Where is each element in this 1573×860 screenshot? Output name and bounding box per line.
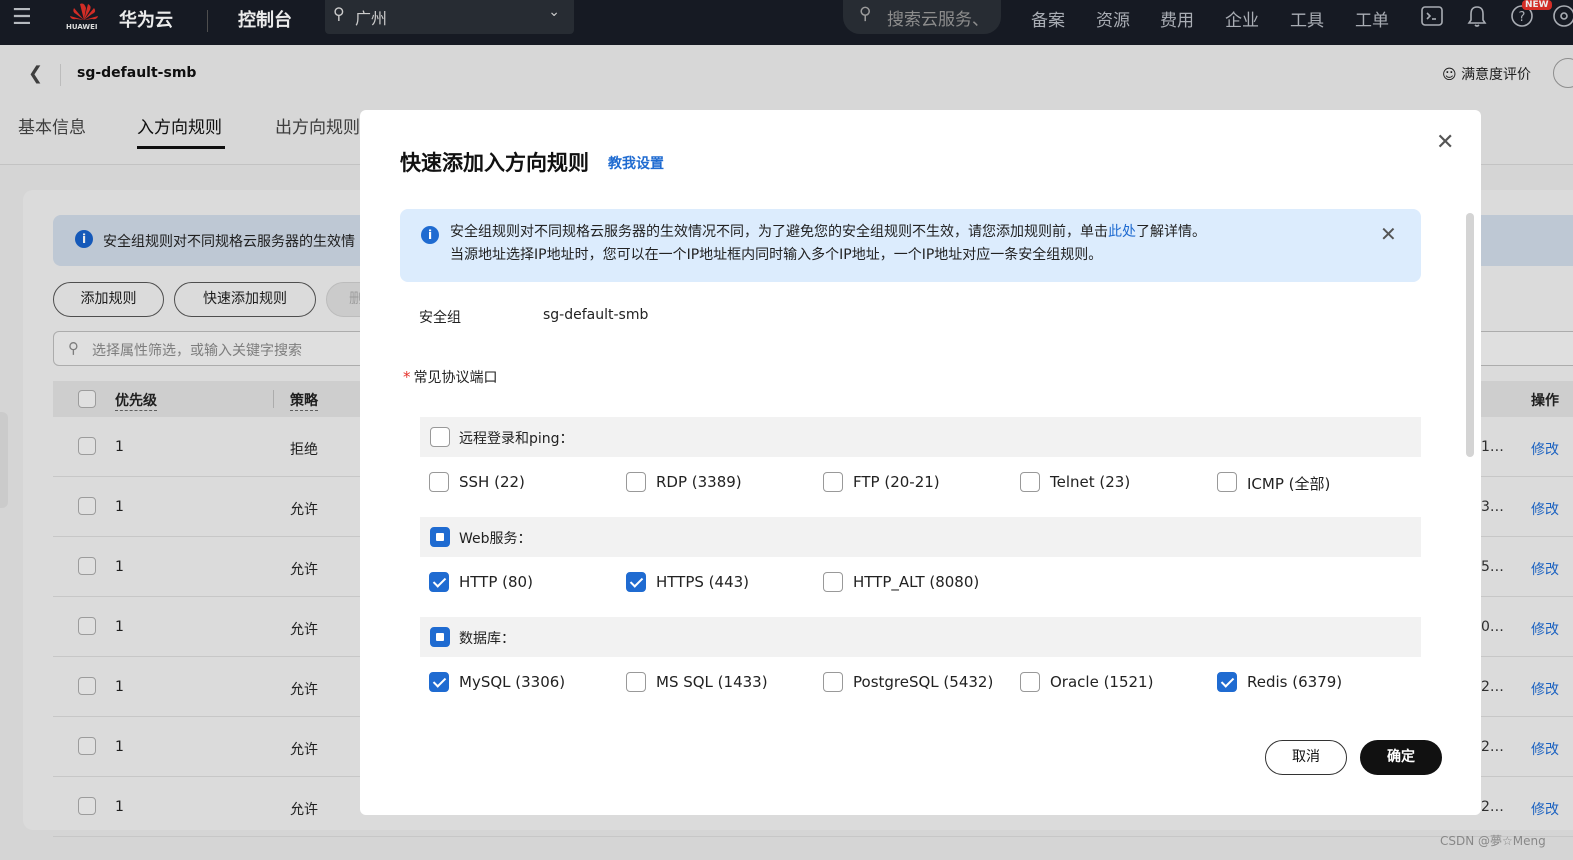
- watermark: CSDN @夢☆Meng: [1440, 834, 1546, 848]
- port-checkbox[interactable]: [429, 572, 449, 592]
- security-group-label: 安全组: [419, 310, 461, 326]
- details-link[interactable]: 此处: [1108, 224, 1136, 240]
- port-group-header: 远程登录和ping：: [420, 417, 1421, 457]
- quick-add-inbound-rule-dialog: 快速添加入方向规则 教我设置 ✕ i 安全组规则对不同规格云服务器的生效情况不同…: [360, 110, 1481, 815]
- port-checkbox[interactable]: [1020, 672, 1040, 692]
- common-ports-text: 常见协议端口: [413, 370, 498, 386]
- group-checkbox[interactable]: [430, 427, 450, 447]
- port-option-label[interactable]: MySQL (3306): [459, 673, 565, 691]
- info-line-2: 当源地址选择IP地址时，您可以在一个IP地址框内同时输入多个IP地址，一个IP地…: [450, 247, 1103, 263]
- port-checkbox[interactable]: [823, 572, 843, 592]
- confirm-button[interactable]: 确定: [1360, 740, 1442, 775]
- info-text-suffix: 了解详情。: [1136, 224, 1206, 240]
- port-option-label[interactable]: HTTPS (443): [656, 573, 749, 591]
- close-icon[interactable]: ✕: [1436, 130, 1454, 155]
- group-title: 远程登录和ping：: [459, 431, 574, 447]
- info-line-1: 安全组规则对不同规格云服务器的生效情况不同，为了避免您的安全组规则不生效，请您添…: [450, 221, 1421, 244]
- port-option-label[interactable]: PostgreSQL (5432): [853, 673, 993, 691]
- dialog-scrollbar[interactable]: [1466, 213, 1474, 457]
- required-asterisk: *: [403, 368, 411, 386]
- port-option-label[interactable]: HTTP_ALT (8080): [853, 573, 979, 591]
- port-checkbox[interactable]: [626, 472, 646, 492]
- port-checkbox[interactable]: [1217, 672, 1237, 692]
- info-icon: i: [421, 226, 439, 244]
- port-option-label[interactable]: Oracle (1521): [1050, 673, 1153, 691]
- info-alert: i 安全组规则对不同规格云服务器的生效情况不同，为了避免您的安全组规则不生效，请…: [400, 209, 1421, 282]
- port-option-label[interactable]: MS SQL (1433): [656, 673, 768, 691]
- port-checkbox[interactable]: [1217, 472, 1237, 492]
- close-alert-icon[interactable]: ✕: [1380, 223, 1397, 246]
- dialog-title: 快速添加入方向规则: [400, 151, 589, 175]
- group-checkbox[interactable]: [430, 627, 450, 647]
- port-option-label[interactable]: SSH (22): [459, 473, 525, 491]
- port-option-label[interactable]: ICMP (全部): [1247, 473, 1330, 494]
- port-checkbox[interactable]: [626, 672, 646, 692]
- port-checkbox[interactable]: [626, 572, 646, 592]
- group-checkbox[interactable]: [430, 527, 450, 547]
- info-text: 安全组规则对不同规格云服务器的生效情况不同，为了避免您的安全组规则不生效，请您添…: [450, 224, 1108, 240]
- port-option-label[interactable]: Redis (6379): [1247, 673, 1342, 691]
- port-checkbox[interactable]: [823, 472, 843, 492]
- port-checkbox[interactable]: [823, 672, 843, 692]
- group-title: 数据库：: [459, 631, 515, 647]
- port-option-label[interactable]: HTTP (80): [459, 573, 533, 591]
- port-checkbox[interactable]: [429, 672, 449, 692]
- port-option-label[interactable]: Telnet (23): [1050, 473, 1130, 491]
- port-option-label[interactable]: FTP (20-21): [853, 473, 940, 491]
- port-checkbox[interactable]: [429, 472, 449, 492]
- security-group-value: sg-default-smb: [543, 307, 649, 323]
- port-checkbox[interactable]: [1020, 472, 1040, 492]
- teach-me-link[interactable]: 教我设置: [608, 153, 664, 173]
- port-group-header: 数据库：: [420, 617, 1421, 657]
- port-option-label[interactable]: RDP (3389): [656, 473, 742, 491]
- cancel-button[interactable]: 取消: [1265, 740, 1347, 775]
- group-title: Web服务：: [459, 531, 532, 547]
- port-group-header: Web服务：: [420, 517, 1421, 557]
- common-ports-label: * 常见协议端口: [403, 367, 498, 387]
